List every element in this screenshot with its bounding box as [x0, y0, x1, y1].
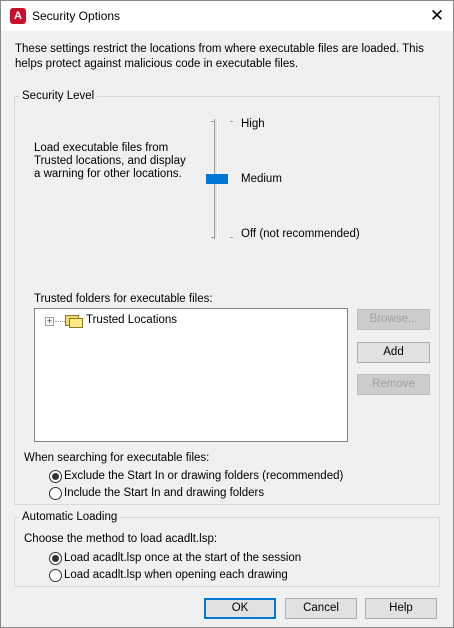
close-icon[interactable]: ✕: [425, 5, 449, 27]
intro-text: These settings restrict the locations fr…: [15, 43, 424, 70]
remove-button[interactable]: Remove: [357, 374, 430, 395]
level-high-label: High: [241, 118, 265, 130]
include-start-in-radio[interactable]: [49, 487, 62, 500]
search-options-label: When searching for executable files:: [24, 452, 210, 464]
load-once-radio[interactable]: [49, 552, 62, 565]
slider-tick: [230, 237, 233, 238]
level-medium-label: Medium: [241, 173, 282, 185]
slider-thumb[interactable]: [206, 174, 228, 184]
cancel-button[interactable]: Cancel: [285, 598, 357, 619]
security-description-line: a warning for other locations.: [34, 168, 182, 180]
security-description-line: Trusted locations, and display: [34, 155, 186, 167]
slider-tick: [211, 237, 214, 238]
load-once-label[interactable]: Load acadlt.lsp once at the start of the…: [64, 552, 301, 564]
autocad-app-icon: A: [10, 8, 26, 24]
tree-item-trusted-locations[interactable]: Trusted Locations: [86, 314, 177, 326]
security-level-label: Security Level: [19, 90, 98, 102]
slider-tick: [211, 121, 214, 122]
level-off-label: Off (not recommended): [241, 228, 360, 240]
title-bar: A Security Options ✕: [1, 1, 453, 31]
ok-button[interactable]: OK: [204, 598, 276, 619]
load-each-drawing-label[interactable]: Load acadlt.lsp when opening each drawin…: [64, 569, 288, 581]
expand-icon[interactable]: +: [45, 317, 54, 326]
load-method-prompt: Choose the method to load acadlt.lsp:: [24, 533, 218, 545]
folder-icon: [65, 312, 83, 328]
add-button[interactable]: Add: [357, 342, 430, 363]
load-each-drawing-radio[interactable]: [49, 569, 62, 582]
slider-tick: [230, 121, 233, 122]
tree-connector: [55, 321, 65, 322]
browse-button[interactable]: Browse...: [357, 309, 430, 330]
exclude-start-in-label[interactable]: Exclude the Start In or drawing folders …: [64, 470, 343, 482]
exclude-start-in-radio[interactable]: [49, 470, 62, 483]
trusted-folders-label: Trusted folders for executable files:: [34, 293, 213, 305]
include-start-in-label[interactable]: Include the Start In and drawing folders: [64, 487, 264, 499]
trusted-folders-tree[interactable]: + Trusted Locations: [34, 308, 348, 442]
help-button[interactable]: Help: [365, 598, 437, 619]
security-options-dialog: A Security Options ✕ These settings rest…: [0, 0, 454, 628]
automatic-loading-label: Automatic Loading: [19, 511, 121, 523]
window-title: Security Options: [32, 9, 121, 23]
security-description-line: Load executable files from: [34, 142, 169, 154]
